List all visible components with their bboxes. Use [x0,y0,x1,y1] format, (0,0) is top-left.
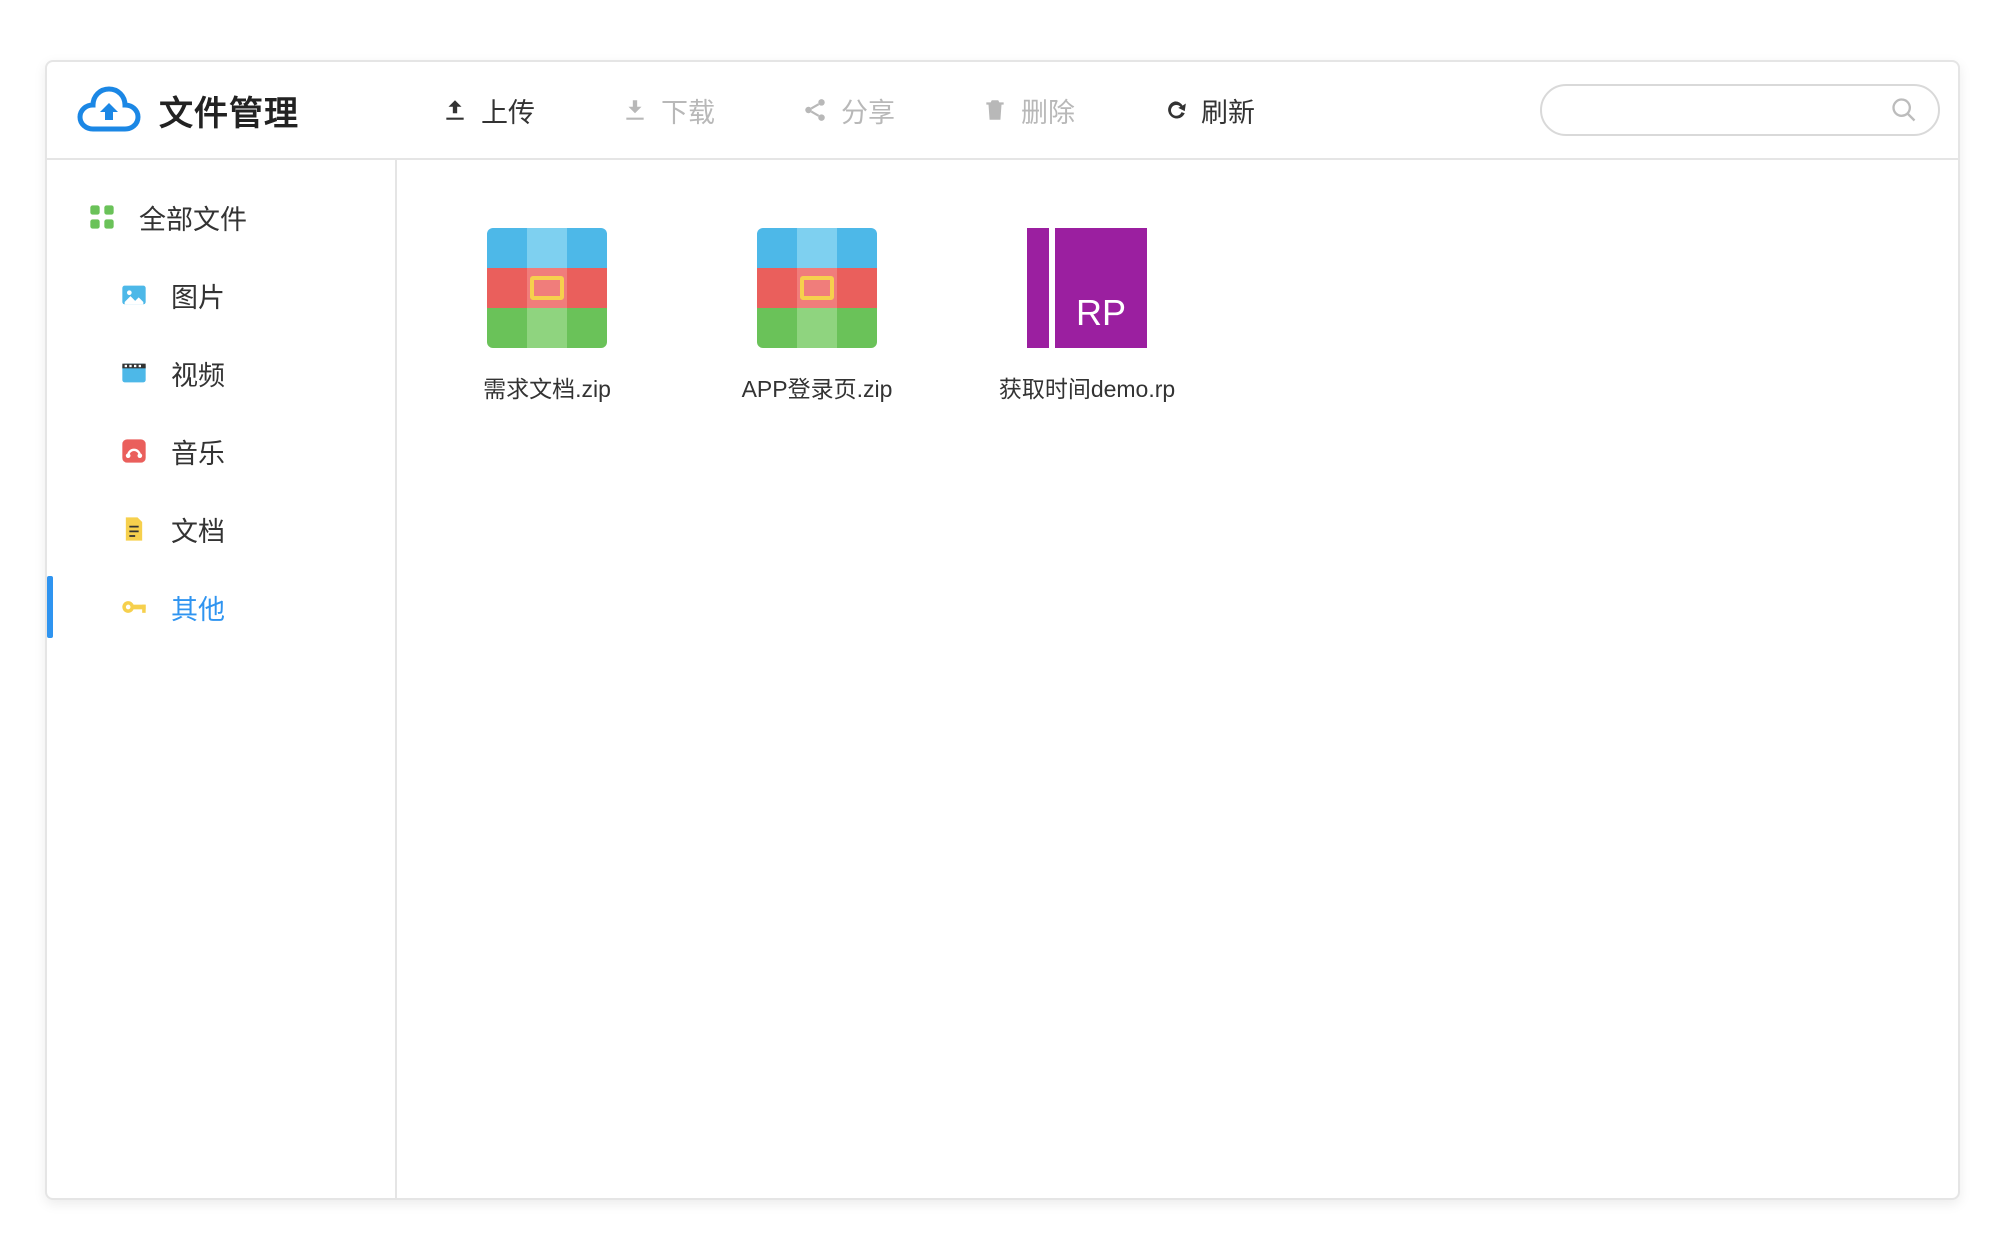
toolbar-actions: 上传 下载 分享 删除 [441,91,1255,130]
refresh-label: 刷新 [1201,91,1255,130]
sidebar-item-other[interactable]: 其他 [47,568,395,646]
search-input[interactable] [1562,97,1890,123]
zip-file-icon [487,228,607,348]
file-item[interactable]: RP 获取时间demo.rp [997,228,1177,404]
sidebar-label-images: 图片 [171,276,225,315]
zip-file-icon [757,228,877,348]
refresh-button[interactable]: 刷新 [1161,91,1255,130]
file-item[interactable]: 需求文档.zip [457,228,637,404]
app-title: 文件管理 [159,86,299,135]
sidebar-label-document: 文档 [171,510,225,549]
refresh-icon [1161,96,1189,124]
rp-file-icon: RP [1027,228,1147,348]
file-name: 需求文档.zip [483,370,611,404]
document-icon [119,514,149,544]
key-icon [119,592,149,622]
image-icon [119,280,149,310]
sidebar-item-document[interactable]: 文档 [47,490,395,568]
grid-icon [87,202,117,232]
video-icon [119,358,149,388]
upload-button[interactable]: 上传 [441,91,535,130]
file-grid: 需求文档.zip APP登录页.zip RP [397,160,1958,1198]
share-label: 分享 [841,91,895,130]
music-icon [119,436,149,466]
download-button[interactable]: 下载 [621,91,715,130]
file-name: 获取时间demo.rp [999,370,1175,404]
search-icon[interactable] [1890,96,1918,124]
sidebar-label-music: 音乐 [171,432,225,471]
delete-label: 删除 [1021,91,1075,130]
sidebar-label-other: 其他 [171,588,225,627]
cloud-logo-icon [75,85,143,135]
file-item[interactable]: APP登录页.zip [727,228,907,404]
file-name: APP登录页.zip [742,370,893,404]
brand: 文件管理 [75,85,395,135]
upload-icon [441,96,469,124]
toolbar: 文件管理 上传 下载 分享 [47,62,1958,160]
sidebar-item-video[interactable]: 视频 [47,334,395,412]
share-button[interactable]: 分享 [801,91,895,130]
download-icon [621,96,649,124]
sidebar-item-music[interactable]: 音乐 [47,412,395,490]
app-body: 全部文件 图片 视频 音乐 [47,160,1958,1198]
sidebar: 全部文件 图片 视频 音乐 [47,160,397,1198]
sidebar-label-all: 全部文件 [139,198,247,237]
share-icon [801,96,829,124]
rp-badge: RP [1055,228,1147,348]
sidebar-label-video: 视频 [171,354,225,393]
sidebar-item-all-files[interactable]: 全部文件 [47,178,395,256]
delete-button[interactable]: 删除 [981,91,1075,130]
upload-label: 上传 [481,91,535,130]
sidebar-item-images[interactable]: 图片 [47,256,395,334]
app-window: 文件管理 上传 下载 分享 [45,60,1960,1200]
trash-icon [981,96,1009,124]
download-label: 下载 [661,91,715,130]
search-box[interactable] [1540,84,1940,136]
